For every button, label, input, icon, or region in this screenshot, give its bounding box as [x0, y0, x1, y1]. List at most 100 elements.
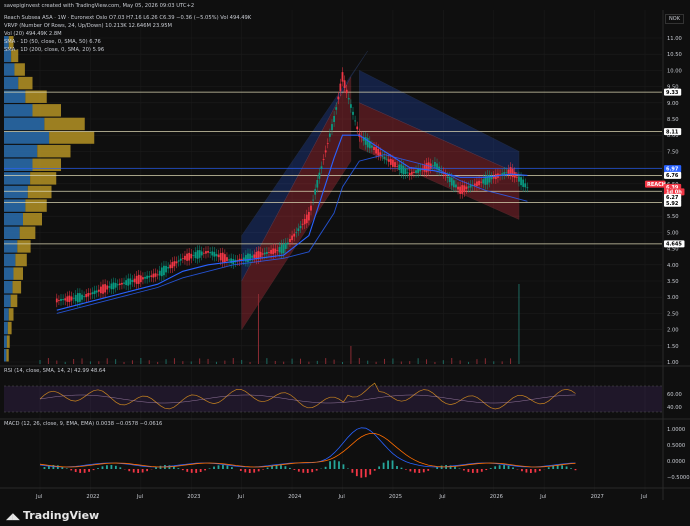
candle-body [305, 214, 308, 224]
profile-up [4, 63, 15, 76]
macd-histogram-bar [333, 460, 336, 469]
candle-body [467, 186, 470, 188]
macd-histogram-bar [257, 469, 260, 472]
price-tick-label: 5.50 [667, 214, 679, 220]
tradingview-logo[interactable]: ◢◣ TradingView [6, 509, 99, 522]
currency-badge[interactable]: NOK [665, 14, 684, 24]
candle-body [473, 183, 476, 186]
macd-title[interactable]: MACD (12, 26, close, 9, EMA, EMA) 0.0038… [4, 421, 162, 427]
price-tick-label: 10.50 [667, 52, 682, 58]
macd-histogram-bar [315, 469, 318, 471]
macd-histogram-bar [529, 469, 532, 473]
macd-histogram-bar [538, 469, 541, 472]
symbol-line[interactable]: Reach Subsea ASA · 1W · Euronext Oslo O7… [4, 15, 251, 21]
price-tick-label: 9.00 [667, 101, 679, 107]
sma50-line[interactable]: SMA · 1D (50, close, 0, SMA, 50) 6.76 [4, 39, 101, 45]
candle-body [337, 96, 340, 100]
candle-body [314, 189, 317, 195]
candle-body [476, 181, 478, 187]
candle-body [381, 155, 384, 157]
volume-bar [199, 358, 201, 364]
time-tick-label: Jul [237, 494, 244, 500]
volume-bar [131, 360, 133, 364]
volume-bar [182, 361, 184, 364]
rsi-title[interactable]: RSI (14, close, SMA, 14, 2) 42.99 48.64 [4, 368, 106, 374]
candle-body [375, 147, 378, 154]
profile-up [4, 199, 26, 212]
credit-line: savepiginvest created with TradingView.c… [4, 3, 195, 9]
candle-body [434, 161, 436, 167]
macd-histogram-bar [289, 467, 291, 469]
candle-body [459, 186, 462, 194]
volume-bar [148, 360, 150, 364]
candle-body [486, 174, 489, 185]
macd-histogram-bar [128, 469, 131, 472]
candle-body [253, 254, 256, 258]
sma200-line[interactable]: SMA · 1D (200, close, 0, SMA, 20) 5.96 [4, 47, 104, 53]
candle-body [301, 223, 304, 225]
candle-body [169, 264, 172, 269]
volume-bar [342, 361, 343, 364]
candle-body [135, 275, 138, 284]
profile-down [32, 104, 61, 117]
candle-body [148, 275, 151, 278]
candle-body [417, 168, 420, 173]
candle-body [413, 172, 415, 173]
candle-body [76, 293, 79, 303]
volume-bar [367, 360, 369, 364]
candle-body [316, 180, 319, 188]
profile-up [4, 294, 11, 308]
candle-body [261, 253, 264, 255]
price-tick-label: 2.00 [667, 328, 679, 334]
time-tick-label: Jul [539, 494, 546, 500]
profile-up [4, 131, 50, 144]
candle-body [289, 238, 291, 243]
macd-histogram-bar [284, 466, 287, 469]
volume-bar [190, 361, 192, 364]
vrvp-line[interactable]: VRVP (Number Of Rows, 24, Up/Down) 10.21… [4, 23, 172, 29]
profile-down [13, 267, 23, 280]
price-tick-label: 7.50 [667, 149, 679, 155]
candle-body [505, 172, 508, 174]
macd-histogram-bar [244, 469, 247, 473]
candle-body [81, 294, 83, 300]
candle-body [383, 156, 386, 159]
candle-body [190, 253, 193, 259]
time-tick-label: Jul [640, 494, 647, 500]
candle-body [158, 270, 161, 276]
candle-body [425, 162, 428, 173]
volume-bar [308, 361, 310, 364]
candle-body [343, 80, 346, 89]
volume-bar [459, 360, 461, 364]
candle-body [175, 261, 178, 264]
candle-body [339, 83, 342, 92]
candle-body [310, 205, 312, 211]
candle-body [524, 183, 527, 188]
macd-histogram-bar [400, 467, 403, 469]
volume-bar [501, 361, 503, 364]
candle-body [259, 251, 262, 258]
volume-bar [274, 360, 276, 364]
volume-bar [392, 358, 394, 364]
macd-histogram-bar [373, 469, 376, 471]
candle-body [173, 261, 176, 267]
volume-line[interactable]: Vol (20) 494.49K 2.8M [4, 31, 62, 37]
profile-up [4, 253, 16, 267]
profile-up [4, 212, 23, 226]
candle-body [295, 232, 298, 234]
candle-body [350, 104, 352, 108]
macd-histogram-bar [427, 469, 430, 471]
time-tick-label: Jul [338, 494, 345, 500]
macd-histogram-bar [378, 466, 381, 469]
candle-body [213, 251, 216, 257]
macd-histogram-bar [181, 469, 184, 471]
candle-body [211, 251, 214, 256]
candle-body [404, 168, 407, 175]
candle-body [328, 133, 331, 137]
candle-body [299, 225, 302, 229]
macd-histogram-bar [454, 466, 456, 469]
candle-body [356, 126, 359, 130]
chart-canvas[interactable]: 11.0010.5010.009.509.008.508.007.507.006… [0, 0, 690, 526]
macd-histogram-bar [92, 469, 95, 471]
candle-body [263, 252, 266, 255]
